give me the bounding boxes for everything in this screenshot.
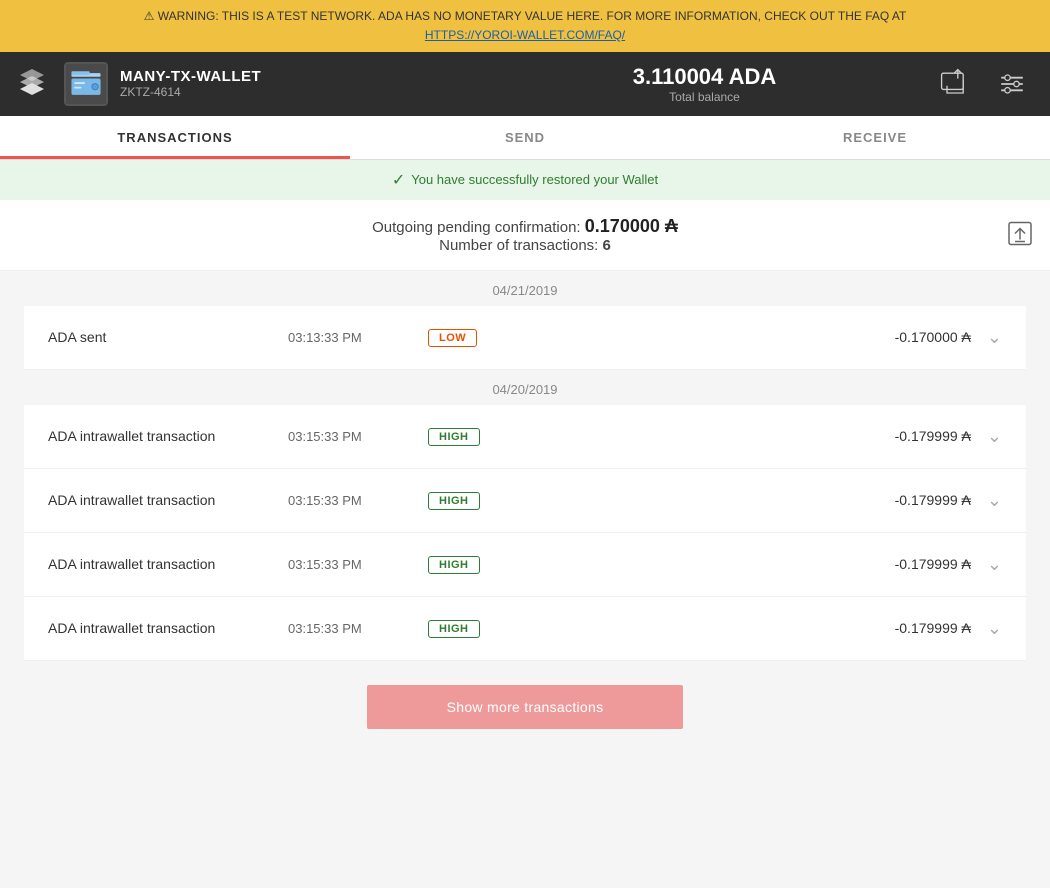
- tx-time: 03:15:33 PM: [288, 621, 428, 636]
- tx-time: 03:13:33 PM: [288, 330, 428, 345]
- warning-banner: ⚠ WARNING: THIS IS A TEST NETWORK. ADA H…: [0, 0, 1050, 52]
- balance-amount: 3.110004 ADA: [633, 64, 777, 90]
- tx-name: ADA intrawallet transaction: [48, 492, 288, 508]
- tx-amount: -0.179999 ₳: [895, 428, 971, 444]
- tab-send[interactable]: SEND: [350, 116, 700, 159]
- warning-link[interactable]: HTTPS://YOROI-WALLET.COM/FAQ/: [16, 27, 1034, 44]
- pending-label: Outgoing pending confirmation:: [372, 219, 580, 236]
- tx-time: 03:15:33 PM: [288, 557, 428, 572]
- header-actions: [934, 62, 1034, 106]
- header-left: MANY-TX-WALLET ZKTZ-4614: [16, 62, 475, 106]
- wallet-name: MANY-TX-WALLET: [120, 68, 261, 85]
- date-separator-2: 04/20/2019: [24, 370, 1026, 405]
- tx-amount: -0.179999 ₳: [895, 556, 971, 572]
- high-badge: HIGH: [428, 428, 480, 446]
- table-row: ADA sent 03:13:33 PM LOW -0.170000 ₳ ⌄: [24, 306, 1026, 370]
- tx-name: ADA sent: [48, 329, 288, 345]
- tx-badge: HIGH: [428, 555, 508, 574]
- transaction-group-2: ADA intrawallet transaction 03:15:33 PM …: [24, 405, 1026, 661]
- table-row: ADA intrawallet transaction 03:15:33 PM …: [24, 405, 1026, 469]
- pending-amount: 0.170000 ₳: [585, 216, 678, 236]
- table-row: ADA intrawallet transaction 03:15:33 PM …: [24, 597, 1026, 661]
- table-row: ADA intrawallet transaction 03:15:33 PM …: [24, 469, 1026, 533]
- warning-text: WARNING: THIS IS A TEST NETWORK. ADA HAS…: [158, 9, 907, 23]
- chevron-down-icon[interactable]: ⌄: [987, 554, 1002, 575]
- low-badge: LOW: [428, 329, 477, 347]
- checkmark-icon: ✓: [392, 170, 405, 190]
- table-row: ADA intrawallet transaction 03:15:33 PM …: [24, 533, 1026, 597]
- tx-amount: -0.179999 ₳: [895, 492, 971, 508]
- high-badge: HIGH: [428, 492, 480, 510]
- tx-name: ADA intrawallet transaction: [48, 556, 288, 572]
- wallet-icon: [64, 62, 108, 106]
- header-balance: 3.110004 ADA Total balance: [475, 64, 934, 104]
- transactions-content: 04/21/2019 ADA sent 03:13:33 PM LOW -0.1…: [0, 271, 1050, 777]
- tx-name: ADA intrawallet transaction: [48, 428, 288, 444]
- tx-amount: -0.179999 ₳: [895, 620, 971, 636]
- tabs-bar: TRANSACTIONS SEND RECEIVE: [0, 116, 1050, 160]
- pending-confirmation: Outgoing pending confirmation: 0.170000 …: [24, 216, 1026, 237]
- tx-badge: HIGH: [428, 619, 508, 638]
- pending-section: Outgoing pending confirmation: 0.170000 …: [0, 200, 1050, 271]
- high-badge: HIGH: [428, 620, 480, 638]
- nav-layers-icon[interactable]: [16, 65, 48, 102]
- send-receive-icon[interactable]: [934, 62, 978, 106]
- chevron-down-icon[interactable]: ⌄: [987, 490, 1002, 511]
- tx-badge: LOW: [428, 328, 508, 347]
- success-text: You have successfully restored your Wall…: [411, 172, 658, 187]
- chevron-down-icon[interactable]: ⌄: [987, 426, 1002, 447]
- chevron-down-icon[interactable]: ⌄: [987, 618, 1002, 639]
- tx-badge: HIGH: [428, 427, 508, 446]
- balance-label: Total balance: [669, 90, 740, 104]
- settings-icon[interactable]: [990, 62, 1034, 106]
- export-button[interactable]: [1006, 219, 1034, 250]
- pending-tx-count: Number of transactions: 6: [24, 237, 1026, 254]
- tx-badge: HIGH: [428, 491, 508, 510]
- show-more-button[interactable]: Show more transactions: [367, 685, 684, 729]
- success-banner: ✓ You have successfully restored your Wa…: [0, 160, 1050, 200]
- wallet-id: ZKTZ-4614: [120, 85, 261, 99]
- chevron-down-icon[interactable]: ⌄: [987, 327, 1002, 348]
- tx-name: ADA intrawallet transaction: [48, 620, 288, 636]
- tx-time: 03:15:33 PM: [288, 493, 428, 508]
- date-separator-1: 04/21/2019: [24, 271, 1026, 306]
- tab-transactions[interactable]: TRANSACTIONS: [0, 116, 350, 159]
- tx-time: 03:15:33 PM: [288, 429, 428, 444]
- high-badge: HIGH: [428, 556, 480, 574]
- tab-receive[interactable]: RECEIVE: [700, 116, 1050, 159]
- warning-icon: ⚠: [144, 9, 158, 23]
- tx-amount: -0.170000 ₳: [895, 329, 971, 345]
- transaction-group-1: ADA sent 03:13:33 PM LOW -0.170000 ₳ ⌄: [24, 306, 1026, 370]
- header-wallet-info: MANY-TX-WALLET ZKTZ-4614: [120, 68, 261, 99]
- header: MANY-TX-WALLET ZKTZ-4614 3.110004 ADA To…: [0, 52, 1050, 116]
- show-more-container: Show more transactions: [24, 661, 1026, 753]
